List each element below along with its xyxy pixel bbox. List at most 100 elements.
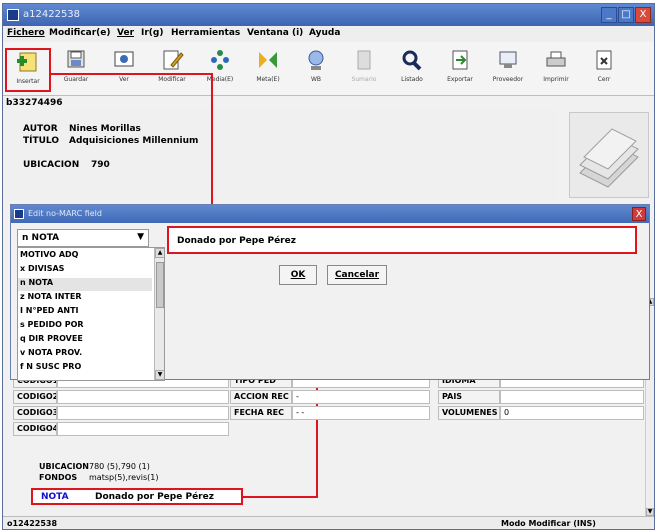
field-label: PAIS [438, 390, 500, 404]
title-bar[interactable]: a12422538 _ □ X [3, 4, 654, 26]
code-label: CODIGO2 [13, 390, 57, 404]
list-item[interactable]: v NOTA PROV. [18, 348, 152, 361]
menu-modificar[interactable]: Modificar(e) [49, 28, 111, 38]
menu-ver[interactable]: Ver [117, 28, 134, 38]
maximize-button[interactable]: □ [618, 7, 634, 23]
vendor-icon [495, 48, 521, 72]
connector-line [51, 73, 213, 75]
code-value[interactable] [57, 390, 229, 404]
status-record: o12422538 [7, 519, 58, 528]
edit-field-dialog: Edit no-MARC field X n NOTA ▼ Donado por… [10, 204, 650, 381]
nota-summary-box: NOTA Donado por Pepe Pérez [31, 488, 243, 505]
titulo-label: TÍTULO [23, 136, 59, 146]
scroll-thumb[interactable] [156, 262, 164, 308]
code-value[interactable] [57, 422, 229, 436]
field-label: ACCION REC [230, 390, 292, 404]
summary-ubicacion-value: 780 (5),790 (1) [89, 462, 150, 471]
ok-button[interactable]: OK [279, 265, 317, 285]
connector-line [239, 496, 318, 498]
summary-button[interactable]: Sumario [341, 48, 387, 92]
code-label: CODIGO3 [13, 406, 57, 420]
save-icon [63, 48, 89, 72]
toolbar: Insertar Guardar Ver Modificar Media(E) … [3, 42, 654, 96]
edit-button[interactable]: Modificar [149, 48, 195, 92]
ubicacion-label: UBICACION [23, 160, 80, 170]
app-icon [7, 9, 19, 21]
menu-ventana[interactable]: Ventana (i) [247, 28, 303, 38]
close-doc-button[interactable]: Cerr [581, 48, 627, 92]
export-button[interactable]: Exportar [437, 48, 483, 92]
field-label: VOLUMENES [438, 406, 500, 420]
menu-herramientas[interactable]: Herramientas [171, 28, 240, 38]
list-item[interactable]: MOTIVO ADQ [18, 250, 152, 263]
insert-button[interactable]: Insertar [5, 48, 51, 92]
code-label: CODIGO4 [13, 422, 57, 436]
summary-icon [351, 48, 377, 72]
menu-ir[interactable]: Ir(g) [141, 28, 163, 38]
vendor-button[interactable]: Proveedor [485, 48, 531, 92]
nota-label: NOTA [41, 492, 69, 502]
view-icon [111, 48, 137, 72]
titulo-value: Adquisiciones Millennium [69, 136, 199, 146]
code-value[interactable] [57, 406, 229, 420]
menu-ayuda[interactable]: Ayuda [309, 28, 340, 38]
scroll-down-icon[interactable]: ▼ [155, 370, 164, 380]
edit-icon [159, 48, 185, 72]
connector-line [211, 73, 213, 209]
menu-bar: Fichero Modificar(e) Ver Ir(g) Herramien… [3, 26, 654, 42]
record-id: b33274496 [6, 98, 63, 108]
web-button[interactable]: WB [293, 48, 339, 92]
list-item[interactable]: n NOTA [18, 278, 152, 291]
summary-fondos-value: matsp(5),revis(1) [89, 473, 159, 482]
media-icon [207, 48, 233, 72]
field-type-select[interactable]: n NOTA ▼ [17, 229, 149, 247]
list-item[interactable]: x DIVISAS [18, 264, 152, 277]
media-button[interactable]: Media(E) [197, 48, 243, 92]
ubicacion-value: 790 [91, 160, 110, 170]
nota-value: Donado por Pepe Pérez [95, 492, 214, 502]
chevron-down-icon: ▼ [137, 232, 144, 242]
scroll-down-icon[interactable]: ▼ [646, 508, 654, 516]
save-button[interactable]: Guardar [53, 48, 99, 92]
search-icon [399, 48, 425, 72]
scroll-up-icon[interactable]: ▲ [155, 248, 164, 258]
dialog-close-button[interactable]: X [632, 207, 646, 221]
export-icon [447, 48, 473, 72]
book-cover-image [569, 112, 649, 198]
autor-label: AUTOR [23, 124, 58, 134]
meta-icon [255, 48, 281, 72]
print-button[interactable]: Imprimir [533, 48, 579, 92]
field-value[interactable]: 0 [500, 406, 644, 420]
bib-panel: AUTOR Nines Morillas TÍTULO Adquisicione… [5, 110, 558, 200]
field-label: FECHA REC [230, 406, 292, 420]
autor-value: Nines Morillas [69, 124, 141, 134]
list-button[interactable]: Listado [389, 48, 435, 92]
list-item[interactable]: q DIR PROVEE [18, 334, 152, 347]
dialog-title: Edit no-MARC field [28, 209, 102, 218]
field-value-input[interactable]: Donado por Pepe Pérez [167, 226, 637, 254]
close-doc-icon [591, 48, 617, 72]
view-button[interactable]: Ver [101, 48, 147, 92]
dialog-title-bar[interactable]: Edit no-MARC field X [11, 205, 649, 223]
meta-button[interactable]: Meta(E) [245, 48, 291, 92]
menu-fichero[interactable]: Fichero [7, 28, 45, 38]
field-value[interactable] [500, 390, 644, 404]
list-item[interactable]: I N°PED ANTI [18, 306, 152, 319]
list-item[interactable]: f N SUSC PRO [18, 362, 152, 375]
field-value[interactable]: - [292, 390, 430, 404]
insert-icon [15, 50, 41, 74]
status-mode: Modo Modificar (INS) [501, 519, 596, 528]
list-scrollbar[interactable]: ▲ ▼ [154, 248, 164, 380]
list-item[interactable]: s PEDIDO POR [18, 320, 152, 333]
minimize-button[interactable]: _ [601, 7, 617, 23]
field-value[interactable]: - - [292, 406, 430, 420]
web-icon [303, 48, 329, 72]
close-button[interactable]: X [635, 7, 651, 23]
status-bar: o12422538 Modo Modificar (INS) [3, 516, 654, 529]
field-type-list[interactable]: ▲ ▼ MOTIVO ADQ x DIVISAS n NOTA z NOTA INTE… [17, 247, 165, 381]
cancel-button[interactable]: Cancelar [327, 265, 387, 285]
field-type-value: n NOTA [22, 233, 60, 243]
summary-ubicacion-label: UBICACION [39, 462, 89, 471]
summary-fondos-label: FONDOS [39, 473, 78, 482]
list-item[interactable]: z NOTA INTER [18, 292, 152, 305]
